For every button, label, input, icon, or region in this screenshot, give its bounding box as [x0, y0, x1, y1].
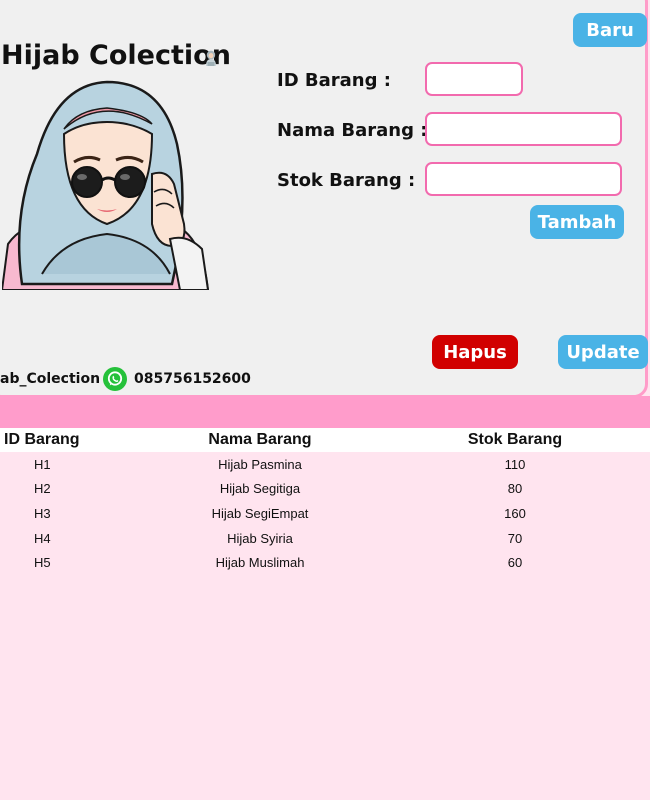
hijab-figure-icon: [206, 50, 216, 66]
cell-nama: Hijab Segitiga: [219, 481, 301, 497]
update-button[interactable]: Update: [558, 335, 648, 369]
table-row[interactable]: H2 Hijab Segitiga 80: [0, 477, 650, 502]
app-title: Hijab Colection: [1, 40, 231, 71]
cell-id: H1: [34, 456, 51, 472]
cell-stok: 60: [507, 555, 523, 571]
cell-stok: 160: [504, 505, 526, 521]
tambah-button[interactable]: Tambah: [530, 205, 624, 239]
hijab-girl-avatar: [2, 80, 210, 290]
column-header-nama[interactable]: Nama Barang: [140, 428, 380, 452]
cell-stok: 70: [507, 530, 523, 546]
barang-table: ID Barang Nama Barang Stok Barang H1 Hij…: [0, 428, 650, 575]
baru-button[interactable]: Baru: [573, 13, 647, 47]
table-row[interactable]: H4 Hijab Syiria 70: [0, 526, 650, 551]
id-barang-label: ID Barang :: [277, 70, 391, 91]
table-row[interactable]: H3 Hijab SegiEmpat 160: [0, 501, 650, 526]
table-row[interactable]: H1 Hijab Pasmina 110: [0, 452, 650, 477]
table-header-row: ID Barang Nama Barang Stok Barang: [0, 428, 650, 452]
cell-nama: Hijab Muslimah: [215, 555, 305, 571]
stok-barang-input[interactable]: [425, 162, 622, 196]
column-header-stok[interactable]: Stok Barang: [380, 428, 650, 452]
cell-id: H3: [34, 505, 51, 521]
cell-id: H4: [34, 530, 51, 546]
phone-number: 085756152600: [134, 371, 251, 387]
nama-barang-input[interactable]: [425, 112, 622, 146]
table-row[interactable]: H5 Hijab Muslimah 60: [0, 550, 650, 575]
cell-nama: Hijab Syiria: [227, 530, 293, 546]
whatsapp-icon: [103, 367, 127, 391]
id-barang-input[interactable]: [425, 62, 523, 96]
cell-id: H5: [34, 555, 51, 571]
stok-barang-label: Stok Barang :: [277, 170, 416, 191]
column-header-id[interactable]: ID Barang: [0, 428, 140, 452]
cell-id: H2: [34, 481, 51, 497]
nama-barang-label: Nama Barang :: [277, 120, 428, 141]
cell-nama: Hijab Pasmina: [218, 456, 302, 472]
separator-band: [0, 396, 650, 428]
cell-stok: 80: [507, 481, 523, 497]
cell-stok: 110: [504, 456, 526, 472]
instagram-handle: ab_Colection: [0, 371, 101, 387]
hapus-button[interactable]: Hapus: [432, 335, 518, 369]
cell-nama: Hijab SegiEmpat: [211, 505, 309, 521]
